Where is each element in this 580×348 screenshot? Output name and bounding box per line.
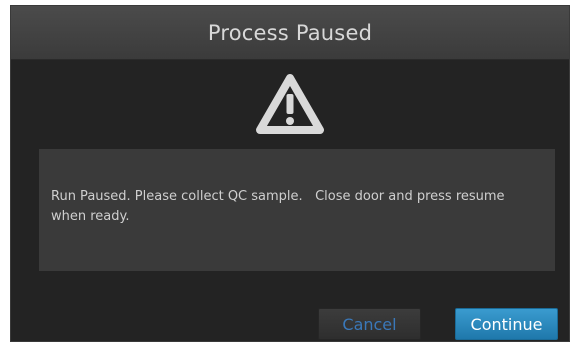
cancel-button[interactable]: Cancel: [318, 308, 421, 340]
process-paused-dialog: Process Paused Run Paused. Please collec…: [10, 5, 570, 342]
dialog-title: Process Paused: [207, 20, 373, 45]
message-panel: Run Paused. Please collect QC sample. Cl…: [39, 149, 555, 271]
dialog-message: Run Paused. Please collect QC sample. Cl…: [51, 189, 509, 224]
continue-button[interactable]: Continue: [455, 308, 558, 340]
warning-triangle-icon: [256, 74, 324, 134]
dialog-titlebar: Process Paused: [11, 6, 569, 60]
